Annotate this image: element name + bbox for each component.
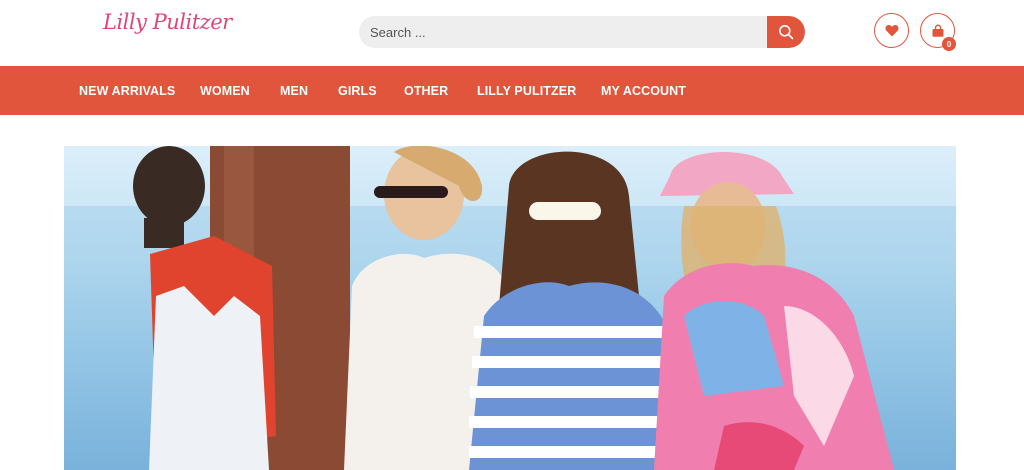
search-bar <box>359 16 805 48</box>
main-nav: NEW ARRIVALS WOMEN MEN GIRLS OTHER LILLY… <box>0 66 1024 115</box>
hero-photo <box>64 146 956 470</box>
brand-logo[interactable]: Lilly Pulitzer <box>103 10 232 34</box>
site-header: Lilly Pulitzer 0 <box>0 0 1024 66</box>
heart-icon <box>884 24 899 37</box>
wishlist-button[interactable] <box>874 13 909 48</box>
search-input[interactable] <box>359 16 759 48</box>
hero-banner[interactable] <box>64 146 956 470</box>
nav-item-men[interactable]: MEN <box>280 66 308 115</box>
nav-item-my-account[interactable]: MY ACCOUNT <box>601 66 686 115</box>
search-icon <box>779 25 794 40</box>
nav-item-lilly-pulitzer[interactable]: LILLY PULITZER <box>477 66 576 115</box>
cart-count-badge: 0 <box>942 37 956 51</box>
nav-item-new-arrivals[interactable]: NEW ARRIVALS <box>79 66 175 115</box>
search-button[interactable] <box>767 16 805 48</box>
nav-item-girls[interactable]: GIRLS <box>338 66 377 115</box>
cart-button[interactable]: 0 <box>920 13 956 51</box>
shopping-bag-icon <box>932 23 943 37</box>
nav-item-other[interactable]: OTHER <box>404 66 448 115</box>
nav-item-women[interactable]: WOMEN <box>200 66 250 115</box>
